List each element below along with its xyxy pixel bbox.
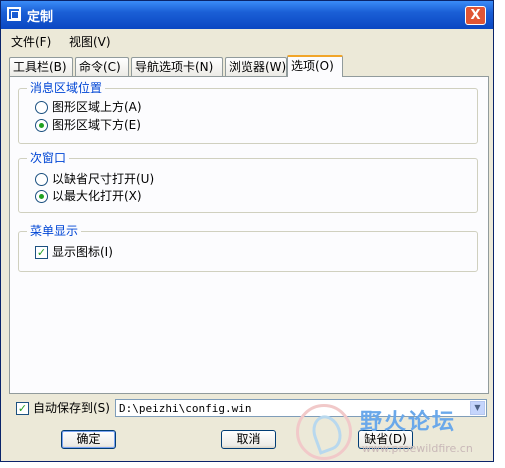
cancel-button[interactable]: 取消	[221, 430, 276, 449]
tab-options[interactable]: 选项(O)	[287, 55, 343, 77]
autosave-path-value[interactable]: D:\peizhi\config.win	[119, 401, 251, 416]
watermark-logo-icon	[296, 404, 352, 460]
menu-view[interactable]: 视图(V)	[69, 33, 111, 50]
menu-display-legend: 菜单显示	[27, 224, 82, 238]
app-icon	[7, 7, 21, 21]
ok-button[interactable]: 确定	[61, 430, 116, 449]
secondary-window-group: 次窗口 以缺省尺寸打开(U) 以最大化打开(X)	[18, 151, 478, 213]
autosave-label: 自动保存到(S)	[33, 401, 110, 415]
close-button[interactable]: X	[465, 6, 486, 25]
radio-circle-selected[interactable]	[35, 119, 48, 132]
radio-label: 图形区域上方(A)	[52, 100, 142, 114]
menu-display-group: 菜单显示 ✓ 显示图标(I)	[18, 224, 478, 272]
message-area-legend: 消息区域位置	[27, 81, 106, 95]
dialog-title: 定制	[27, 10, 54, 25]
options-panel: 消息区域位置 图形区域上方(A) 图形区域下方(E) 次窗口 以缺省尺寸打开(U…	[9, 76, 489, 394]
radio-circle[interactable]	[35, 173, 48, 186]
radio-circle[interactable]	[35, 101, 48, 114]
menu-file[interactable]: 文件(F)	[11, 33, 51, 50]
message-area-group: 消息区域位置 图形区域上方(A) 图形区域下方(E)	[18, 81, 478, 144]
radio-label: 以最大化打开(X)	[52, 189, 142, 203]
checkbox-check-icon[interactable]: ✓	[16, 402, 29, 415]
watermark: 野火论坛 www.proewildfire.cn	[296, 400, 505, 468]
radio-label: 图形区域下方(E)	[52, 118, 141, 132]
watermark-url: www.proewildfire.cn	[362, 442, 473, 455]
radio-label: 以缺省尺寸打开(U)	[52, 172, 155, 186]
title-bar[interactable]: 定制 X	[1, 1, 493, 29]
tab-toolbars[interactable]: 工具栏(B)	[9, 57, 73, 76]
tab-browser[interactable]: 浏览器(W)	[225, 57, 287, 76]
tab-strip: 工具栏(B) 命令(C) 导航选项卡(N) 浏览器(W) 选项(O)	[9, 55, 489, 77]
secondary-window-legend: 次窗口	[27, 151, 70, 165]
tab-commands[interactable]: 命令(C)	[75, 57, 129, 76]
tab-navigator[interactable]: 导航选项卡(N)	[131, 57, 223, 76]
radio-circle-selected[interactable]	[35, 190, 48, 203]
customize-dialog: 定制 X 文件(F) 视图(V) 工具栏(B) 命令(C) 导航选项卡(N) 浏…	[0, 0, 494, 462]
watermark-text: 野火论坛	[360, 410, 457, 435]
checkbox-check-icon[interactable]: ✓	[35, 246, 48, 259]
checkbox-label: 显示图标(I)	[52, 245, 113, 259]
